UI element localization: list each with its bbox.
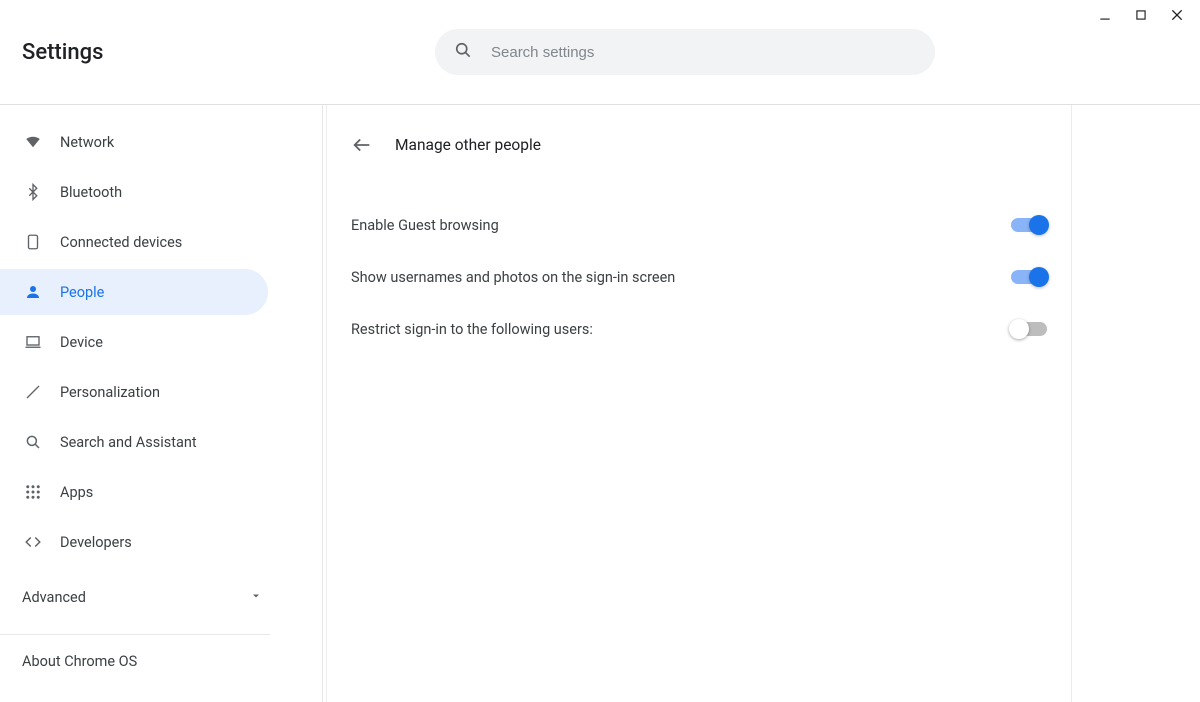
panel-title: Manage other people: [395, 136, 541, 154]
sidebar-advanced-label: Advanced: [22, 589, 86, 606]
toggle-guest-browsing[interactable]: [1011, 218, 1047, 232]
sidebar-item-label: Personalization: [60, 384, 160, 401]
devices-icon: [22, 233, 44, 251]
app-title: Settings: [22, 40, 103, 65]
content-area: Manage other people Enable Guest browsin…: [323, 105, 1200, 702]
setting-row-restrict-signin: Restrict sign-in to the following users:: [351, 303, 1047, 355]
sidebar: Network Bluetooth Connected devices Peop…: [0, 105, 323, 702]
toggle-show-usernames[interactable]: [1011, 270, 1047, 284]
search-icon: [22, 433, 44, 451]
wifi-icon: [22, 133, 44, 151]
maximize-button[interactable]: [1132, 6, 1150, 24]
toggle-restrict-signin[interactable]: [1011, 322, 1047, 336]
search-field[interactable]: [435, 29, 935, 75]
close-button[interactable]: [1168, 6, 1186, 24]
apps-icon: [22, 483, 44, 501]
code-icon: [22, 533, 44, 551]
minimize-button[interactable]: [1096, 6, 1114, 24]
sidebar-item-apps[interactable]: Apps: [0, 469, 322, 515]
back-button[interactable]: [351, 134, 373, 156]
laptop-icon: [22, 333, 44, 351]
sidebar-item-developers[interactable]: Developers: [0, 519, 322, 565]
sidebar-item-bluetooth[interactable]: Bluetooth: [0, 169, 322, 215]
sidebar-about[interactable]: About Chrome OS: [0, 635, 322, 688]
setting-row-guest-browsing: Enable Guest browsing: [351, 199, 1047, 251]
sidebar-advanced[interactable]: Advanced: [0, 569, 322, 626]
brush-icon: [22, 383, 44, 401]
window-controls: [1082, 0, 1200, 30]
sidebar-item-label: Connected devices: [60, 234, 182, 251]
sidebar-item-label: Apps: [60, 484, 93, 501]
sidebar-item-label: Developers: [60, 534, 132, 551]
person-icon: [22, 283, 44, 301]
sidebar-about-label: About Chrome OS: [22, 653, 137, 670]
setting-label: Show usernames and photos on the sign-in…: [351, 269, 675, 286]
sidebar-item-device[interactable]: Device: [0, 319, 322, 365]
sidebar-item-search[interactable]: Search and Assistant: [0, 419, 322, 465]
setting-label: Enable Guest browsing: [351, 217, 499, 234]
panel-header: Manage other people: [351, 125, 1047, 165]
chevron-down-icon: [250, 589, 262, 606]
sidebar-item-label: Network: [60, 134, 114, 151]
sidebar-item-connected-devices[interactable]: Connected devices: [0, 219, 322, 265]
sidebar-item-label: Bluetooth: [60, 184, 122, 201]
setting-label: Restrict sign-in to the following users:: [351, 321, 593, 338]
sidebar-item-network[interactable]: Network: [0, 119, 322, 165]
sidebar-item-label: People: [60, 284, 104, 301]
sidebar-item-label: Search and Assistant: [60, 434, 197, 451]
bluetooth-icon: [22, 183, 44, 201]
sidebar-item-people[interactable]: People: [0, 269, 268, 315]
search-input[interactable]: [491, 44, 917, 61]
search-icon: [453, 40, 473, 64]
setting-row-show-usernames: Show usernames and photos on the sign-in…: [351, 251, 1047, 303]
sidebar-item-label: Device: [60, 334, 103, 351]
sidebar-item-personalization[interactable]: Personalization: [0, 369, 322, 415]
app-header: Settings: [0, 0, 1200, 105]
settings-panel: Manage other people Enable Guest browsin…: [326, 105, 1072, 702]
